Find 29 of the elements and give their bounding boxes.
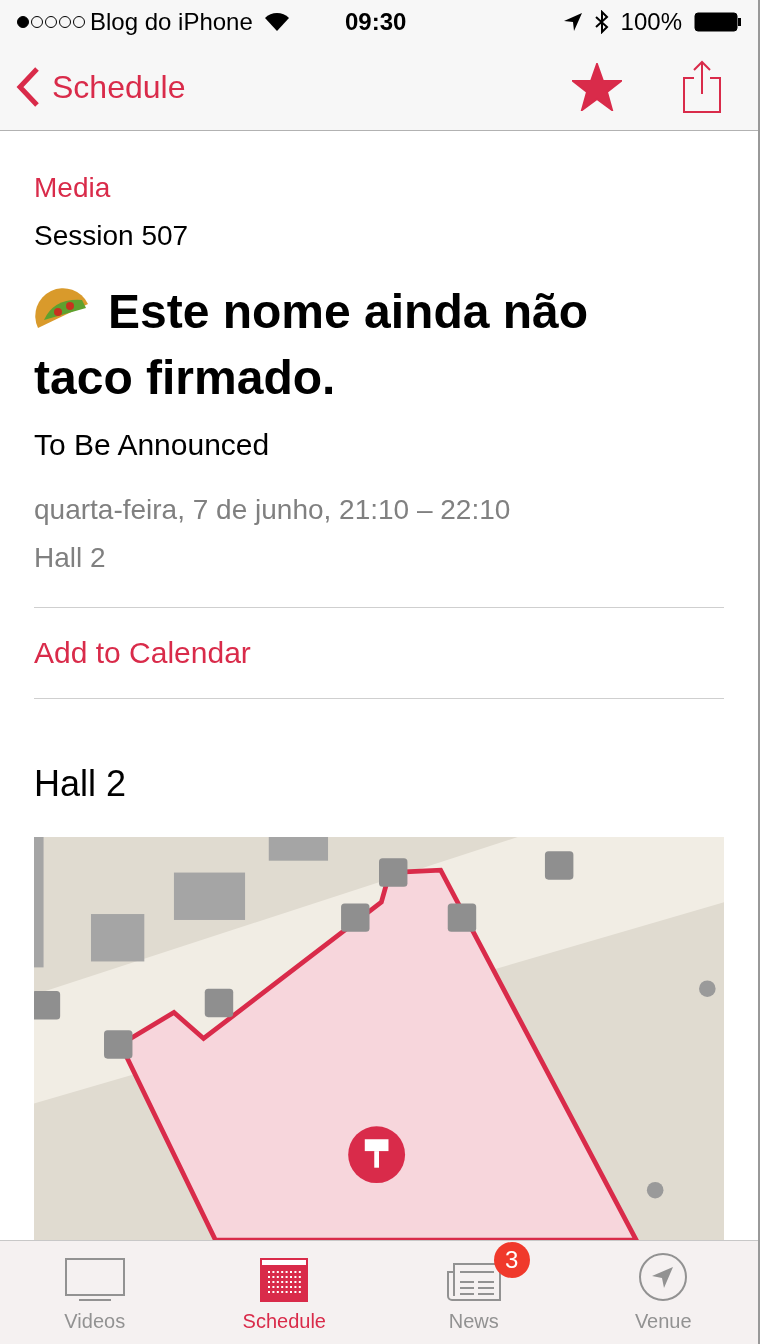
tab-item[interactable]: Venue	[568, 1241, 758, 1336]
battery-icon	[694, 12, 742, 32]
share-button[interactable]	[682, 60, 722, 114]
session-date-time: quarta-feira, 7 de junho, 21:10 – 22:10	[34, 493, 512, 527]
session-room: Hall 2	[34, 541, 107, 575]
chevron-left-icon	[16, 67, 40, 107]
notification-badge: 3	[493, 1242, 530, 1278]
location-arrow-icon	[562, 12, 583, 32]
add-to-calendar-link[interactable]: Add to Calendar	[34, 608, 724, 698]
tab-item[interactable]: 3 News	[379, 1241, 569, 1336]
tab-item[interactable]: Schedule	[189, 1241, 379, 1336]
calendar-icon	[260, 1258, 309, 1302]
star-icon	[572, 63, 622, 111]
location-heading: Hall 2	[34, 763, 128, 805]
track-label: Media	[34, 171, 112, 205]
back-button[interactable]: Schedule	[16, 63, 186, 111]
signal-icon	[16, 15, 86, 29]
carrier-name: Blog do iPhone	[90, 7, 253, 37]
wifi-icon	[264, 13, 289, 31]
session-number: Session 507	[34, 219, 190, 253]
tv-icon	[64, 1258, 125, 1302]
share-icon	[682, 60, 722, 114]
tab-item[interactable]: Videos	[0, 1241, 190, 1336]
favorite-button[interactable]	[572, 63, 622, 111]
clock-time: 09:30	[345, 7, 407, 37]
battery-percentage: 100%	[620, 7, 682, 37]
speaker-name: To Be Announced	[34, 427, 271, 463]
session-title: Este nome ainda não taco firmado.	[34, 283, 590, 406]
bluetooth-icon	[594, 10, 609, 34]
